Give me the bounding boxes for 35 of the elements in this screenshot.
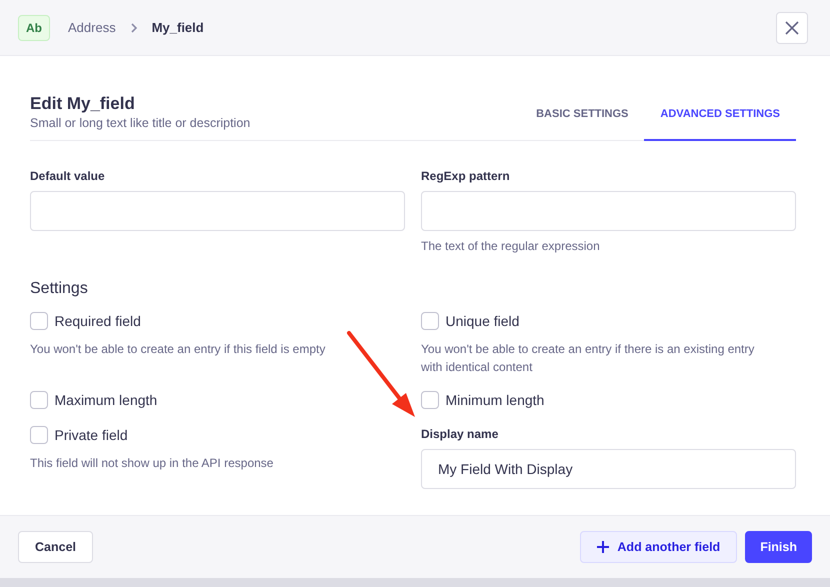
field-label: Display name bbox=[421, 426, 500, 443]
settings-tab[interactable]: BASIC SETTINGS bbox=[520, 106, 644, 141]
input-field[interactable] bbox=[30, 190, 405, 231]
close-button[interactable] bbox=[776, 12, 808, 44]
section-heading: Settings bbox=[30, 278, 89, 299]
breadcrumb-item: My_field bbox=[152, 18, 204, 37]
checkbox[interactable] bbox=[421, 391, 439, 410]
field-hint: You won't be able to create an entry if there is an existing entry with identical content bbox=[421, 340, 756, 376]
close-icon bbox=[785, 20, 799, 34]
finish-button[interactable]: Finish bbox=[745, 531, 812, 563]
checkbox-label: Minimum length bbox=[446, 390, 544, 410]
input-field[interactable] bbox=[421, 190, 796, 231]
add-another-field-button[interactable]: Add another field bbox=[580, 531, 738, 563]
field-label: RegExp pattern bbox=[421, 168, 511, 185]
checkbox-label: Required field bbox=[54, 312, 141, 331]
checkbox-label: Private field bbox=[54, 426, 128, 445]
field-hint: You won't be able to create an entry if this field is empty bbox=[30, 340, 326, 358]
breadcrumb-item[interactable]: Address bbox=[68, 18, 116, 38]
checkbox[interactable] bbox=[30, 312, 48, 330]
field-hint: This field will not show up in the API response bbox=[30, 454, 274, 472]
checkbox[interactable] bbox=[30, 426, 48, 444]
cancel-button[interactable]: Cancel bbox=[18, 531, 93, 563]
input-field[interactable]: My Field With Display bbox=[421, 448, 796, 489]
text-type-badge: Ab bbox=[18, 14, 50, 40]
modal-title: Edit My_field bbox=[30, 94, 136, 114]
plus-icon bbox=[597, 541, 610, 553]
modal-subtitle: Small or long text like title or description bbox=[30, 115, 250, 132]
checkbox[interactable] bbox=[421, 312, 439, 330]
chevron-icon bbox=[130, 22, 138, 32]
settings-tab[interactable]: ADVANCED SETTINGS bbox=[644, 106, 796, 141]
checkbox-label: Unique field bbox=[446, 312, 520, 331]
field-hint: The text of the regular expression bbox=[421, 238, 601, 255]
field-label: Default value bbox=[30, 168, 106, 185]
checkbox-label: Maximum length bbox=[54, 390, 158, 410]
checkbox[interactable] bbox=[30, 391, 48, 410]
